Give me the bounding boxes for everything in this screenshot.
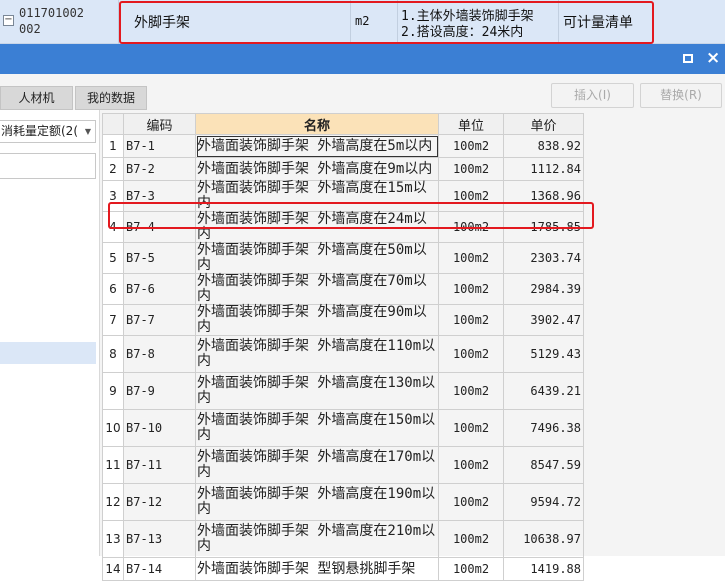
header-name[interactable]: 名称 <box>195 113 439 135</box>
quota-name[interactable]: 外墙面装饰脚手架 外墙高度在130m以内 <box>195 372 439 410</box>
header-index <box>102 113 124 135</box>
quota-library-select[interactable]: 消耗量定额(2( ▼ <box>0 120 96 143</box>
quota-unit[interactable]: 100m2 <box>438 304 504 336</box>
quota-code[interactable]: B7-2 <box>123 157 196 181</box>
chevron-down-icon[interactable]: ▼ <box>85 121 91 142</box>
quota-price[interactable]: 3902.47 <box>503 304 584 336</box>
collapse-icon[interactable]: − <box>3 15 14 26</box>
quota-code[interactable]: B7-1 <box>123 134 196 158</box>
quota-price[interactable]: 2303.74 <box>503 242 584 274</box>
dialog-title-bar[interactable]: × <box>0 44 725 74</box>
replace-button[interactable]: 替换(R) <box>640 83 722 108</box>
quota-name[interactable]: 外墙面装饰脚手架 外墙高度在110m以内 <box>195 335 439 373</box>
quota-price[interactable]: 8547.59 <box>503 446 584 484</box>
quota-code[interactable]: B7-7 <box>123 304 196 336</box>
quota-name[interactable]: 外墙面装饰脚手架 外墙高度在90m以内 <box>195 304 439 336</box>
table-row[interactable]: 12 B7-12 外墙面装饰脚手架 外墙高度在190m以内 100m2 9594.72 <box>102 483 584 521</box>
quota-unit[interactable]: 100m2 <box>438 273 504 305</box>
quota-unit[interactable]: 100m2 <box>438 134 504 158</box>
quota-unit[interactable]: 100m2 <box>438 557 504 581</box>
header-unit[interactable]: 单位 <box>438 113 504 135</box>
quota-unit[interactable]: 100m2 <box>438 446 504 484</box>
close-icon[interactable]: × <box>706 48 720 68</box>
quota-price[interactable]: 6439.21 <box>503 372 584 410</box>
quota-code[interactable]: B7-12 <box>123 483 196 521</box>
maximize-icon[interactable] <box>683 54 693 63</box>
quota-unit[interactable]: 100m2 <box>438 483 504 521</box>
search-input[interactable] <box>0 153 96 179</box>
row-index[interactable]: 1 <box>102 134 124 158</box>
insert-button[interactable]: 插入(I) <box>551 83 634 108</box>
quota-unit[interactable]: 100m2 <box>438 335 504 373</box>
quota-price[interactable]: 10638.97 <box>503 520 584 558</box>
quota-name[interactable]: 外墙面装饰脚手架 外墙高度在170m以内 <box>195 446 439 484</box>
quota-unit[interactable]: 100m2 <box>438 242 504 274</box>
quota-price[interactable]: 7496.38 <box>503 409 584 447</box>
row-index[interactable]: 6 <box>102 273 124 305</box>
quota-name[interactable]: 外墙面装饰脚手架 外墙高度在210m以内 <box>195 520 439 558</box>
tab-materials[interactable]: 人材机 <box>0 86 73 110</box>
table-row[interactable]: 8 B7-8 外墙面装饰脚手架 外墙高度在110m以内 100m2 5129.43 <box>102 335 584 373</box>
quota-name[interactable]: 外墙面装饰脚手架 型钢悬挑脚手架 <box>195 557 439 581</box>
quota-name[interactable]: 外墙面装饰脚手架 外墙高度在5m以内 <box>195 134 439 158</box>
quota-code[interactable]: B7-14 <box>123 557 196 581</box>
quota-library-value: 消耗量定额(2( <box>1 124 78 138</box>
table-row[interactable]: 13 B7-13 外墙面装饰脚手架 外墙高度在210m以内 100m2 10638.97 <box>102 520 584 558</box>
quota-code[interactable]: B7-9 <box>123 372 196 410</box>
row-index[interactable]: 5 <box>102 242 124 274</box>
quota-name[interactable]: 外墙面装饰脚手架 外墙高度在70m以内 <box>195 273 439 305</box>
table-row[interactable]: 2 B7-2 外墙面装饰脚手架 外墙高度在9m以内 100m2 1112.84 <box>102 157 584 181</box>
quota-unit[interactable]: 100m2 <box>438 157 504 181</box>
quota-code[interactable]: B7-10 <box>123 409 196 447</box>
quota-price[interactable]: 1419.88 <box>503 557 584 581</box>
highlight-box-bill <box>119 1 654 44</box>
row-index[interactable]: 10 <box>102 409 124 447</box>
quota-price[interactable]: 838.92 <box>503 134 584 158</box>
quota-code[interactable]: B7-11 <box>123 446 196 484</box>
quota-table: 编码 名称 单位 单价 1 B7-1 外墙面装饰脚手架 外墙高度在5m以内 100m2… <box>102 113 584 581</box>
quota-name[interactable]: 外墙面装饰脚手架 外墙高度在9m以内 <box>195 157 439 181</box>
quota-name[interactable]: 外墙面装饰脚手架 外墙高度在150m以内 <box>195 409 439 447</box>
quota-code[interactable]: B7-13 <box>123 520 196 558</box>
table-row[interactable]: 10 B7-10 外墙面装饰脚手架 外墙高度在150m以内 100m2 7496.38 <box>102 409 584 447</box>
table-row[interactable]: 7 B7-7 外墙面装饰脚手架 外墙高度在90m以内 100m2 3902.47 <box>102 304 584 336</box>
quota-code[interactable]: B7-6 <box>123 273 196 305</box>
quota-code[interactable]: B7-8 <box>123 335 196 373</box>
tree-selected-item[interactable] <box>0 342 96 364</box>
quota-unit[interactable]: 100m2 <box>438 372 504 410</box>
row-index[interactable]: 12 <box>102 483 124 521</box>
bill-code-line1: 011701002 <box>19 6 85 20</box>
quota-unit[interactable]: 100m2 <box>438 520 504 558</box>
table-row[interactable]: 6 B7-6 外墙面装饰脚手架 外墙高度在70m以内 100m2 2984.39 <box>102 273 584 305</box>
quota-name[interactable]: 外墙面装饰脚手架 外墙高度在190m以内 <box>195 483 439 521</box>
quota-tree-panel: 消耗量定额(2( ▼ <box>0 110 100 556</box>
quota-price[interactable]: 2984.39 <box>503 273 584 305</box>
quota-price[interactable]: 5129.43 <box>503 335 584 373</box>
table-row[interactable]: 9 B7-9 外墙面装饰脚手架 外墙高度在130m以内 100m2 6439.21 <box>102 372 584 410</box>
row-index[interactable]: 7 <box>102 304 124 336</box>
quota-name[interactable]: 外墙面装饰脚手架 外墙高度在50m以内 <box>195 242 439 274</box>
row-index[interactable]: 11 <box>102 446 124 484</box>
table-row[interactable]: 14 B7-14 外墙面装饰脚手架 型钢悬挑脚手架 100m2 1419.88 <box>102 557 584 581</box>
quota-price[interactable]: 9594.72 <box>503 483 584 521</box>
table-header-row: 编码 名称 单位 单价 <box>102 113 584 135</box>
table-row[interactable]: 5 B7-5 外墙面装饰脚手架 外墙高度在50m以内 100m2 2303.74 <box>102 242 584 274</box>
highlight-box-row <box>108 202 594 229</box>
row-index[interactable]: 2 <box>102 157 124 181</box>
row-index[interactable]: 14 <box>102 557 124 581</box>
table-row[interactable]: 1 B7-1 外墙面装饰脚手架 外墙高度在5m以内 100m2 838.92 <box>102 134 584 158</box>
tab-my-data[interactable]: 我的数据 <box>75 86 147 110</box>
quota-unit[interactable]: 100m2 <box>438 409 504 447</box>
bill-code-line2: 002 <box>19 22 41 36</box>
header-price[interactable]: 单价 <box>503 113 584 135</box>
header-code[interactable]: 编码 <box>123 113 196 135</box>
quota-code[interactable]: B7-5 <box>123 242 196 274</box>
row-index[interactable]: 13 <box>102 520 124 558</box>
row-index[interactable]: 8 <box>102 335 124 373</box>
quota-price[interactable]: 1112.84 <box>503 157 584 181</box>
row-index[interactable]: 9 <box>102 372 124 410</box>
table-row[interactable]: 11 B7-11 外墙面装饰脚手架 外墙高度在170m以内 100m2 8547.59 <box>102 446 584 484</box>
